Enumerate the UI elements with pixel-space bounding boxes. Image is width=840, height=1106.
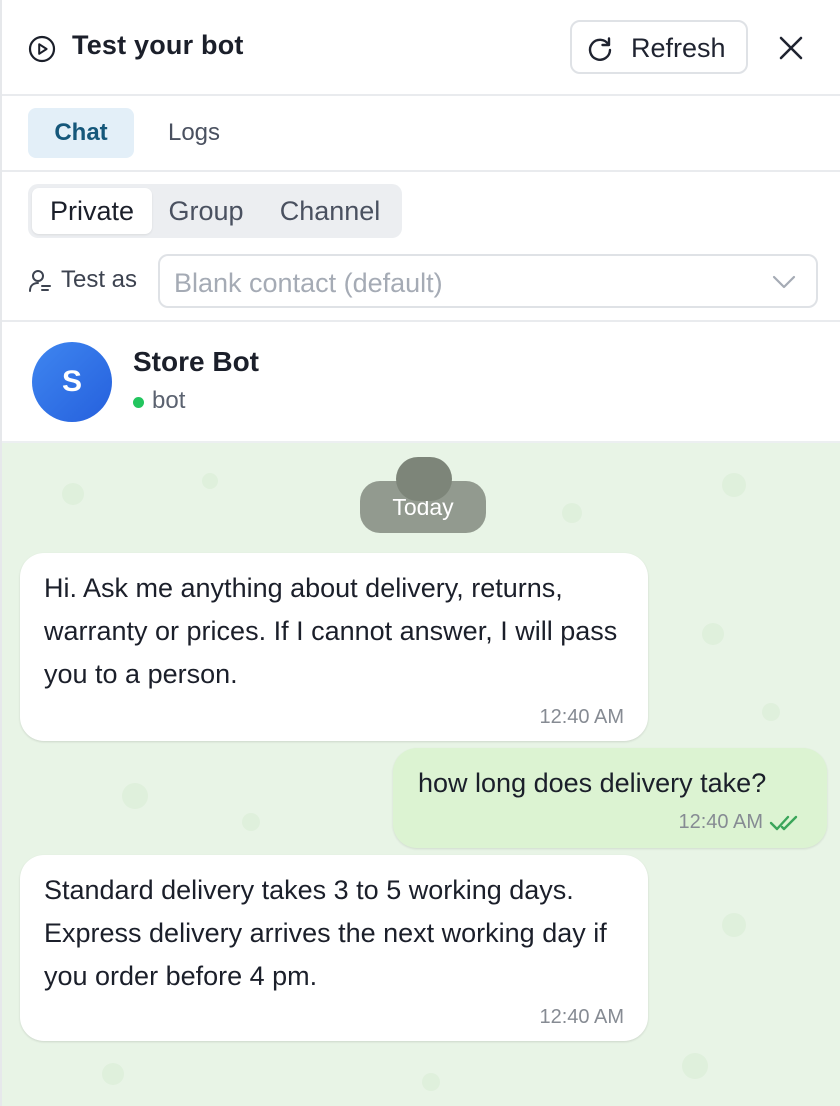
user-icon <box>29 270 51 292</box>
refresh-label: Refresh <box>631 33 726 63</box>
background-pattern <box>722 913 746 937</box>
test-bot-panel: Test your bot Refresh Chat Logs Private … <box>0 0 840 1106</box>
background-pattern <box>422 1073 440 1091</box>
bot-name: Store Bot <box>133 346 259 377</box>
scroll-indicator <box>396 457 452 501</box>
online-status-dot <box>133 397 144 408</box>
chat-type-segmented-control: Private Group Channel <box>28 184 402 238</box>
tab-chat[interactable]: Chat <box>28 108 134 158</box>
divider <box>2 320 840 322</box>
bot-status: bot <box>152 387 186 414</box>
background-pattern <box>762 703 780 721</box>
panel-title: Test your bot <box>72 30 244 60</box>
contact-select-placeholder: Blank contact (default) <box>174 268 443 298</box>
background-pattern <box>562 503 582 523</box>
background-pattern <box>122 783 148 809</box>
tab-logs[interactable]: Logs <box>148 108 240 158</box>
tab-bar: Chat Logs <box>2 96 840 172</box>
background-pattern <box>102 1063 124 1085</box>
chat-messages-area[interactable]: Today Hi. Ask me anything about delivery… <box>2 443 840 1106</box>
background-pattern <box>722 473 746 497</box>
segment-channel[interactable]: Channel <box>262 188 398 234</box>
message-time: 12:40 AM <box>678 811 763 833</box>
test-as-label: Test as <box>61 266 138 293</box>
double-check-icon <box>769 815 798 831</box>
message-time: 12:40 AM <box>539 1006 624 1028</box>
message-text: Standard delivery takes 3 to 5 working d… <box>44 875 607 991</box>
background-pattern <box>682 1053 708 1079</box>
close-icon[interactable] <box>776 33 806 63</box>
segment-group[interactable]: Group <box>156 188 256 234</box>
chevron-down-icon <box>772 275 796 289</box>
message-text: Hi. Ask me anything about delivery, retu… <box>44 573 618 689</box>
contact-select[interactable]: Blank contact (default) <box>158 254 818 308</box>
play-circle-icon <box>28 35 56 63</box>
refresh-icon <box>588 37 612 61</box>
panel-header: Test your bot Refresh <box>2 0 840 96</box>
message-bubble-incoming: Hi. Ask me anything about delivery, retu… <box>20 553 648 741</box>
message-bubble-incoming: Standard delivery takes 3 to 5 working d… <box>20 855 648 1041</box>
background-pattern <box>202 473 218 489</box>
background-pattern <box>702 623 724 645</box>
avatar: S <box>32 342 112 422</box>
background-pattern <box>62 483 84 505</box>
segment-private[interactable]: Private <box>32 188 152 234</box>
refresh-button[interactable]: Refresh <box>570 20 748 74</box>
message-text: how long does delivery take? <box>418 768 767 798</box>
message-time: 12:40 AM <box>539 706 624 728</box>
message-bubble-outgoing: how long does delivery take? 12:40 AM <box>393 748 827 848</box>
background-pattern <box>242 813 260 831</box>
